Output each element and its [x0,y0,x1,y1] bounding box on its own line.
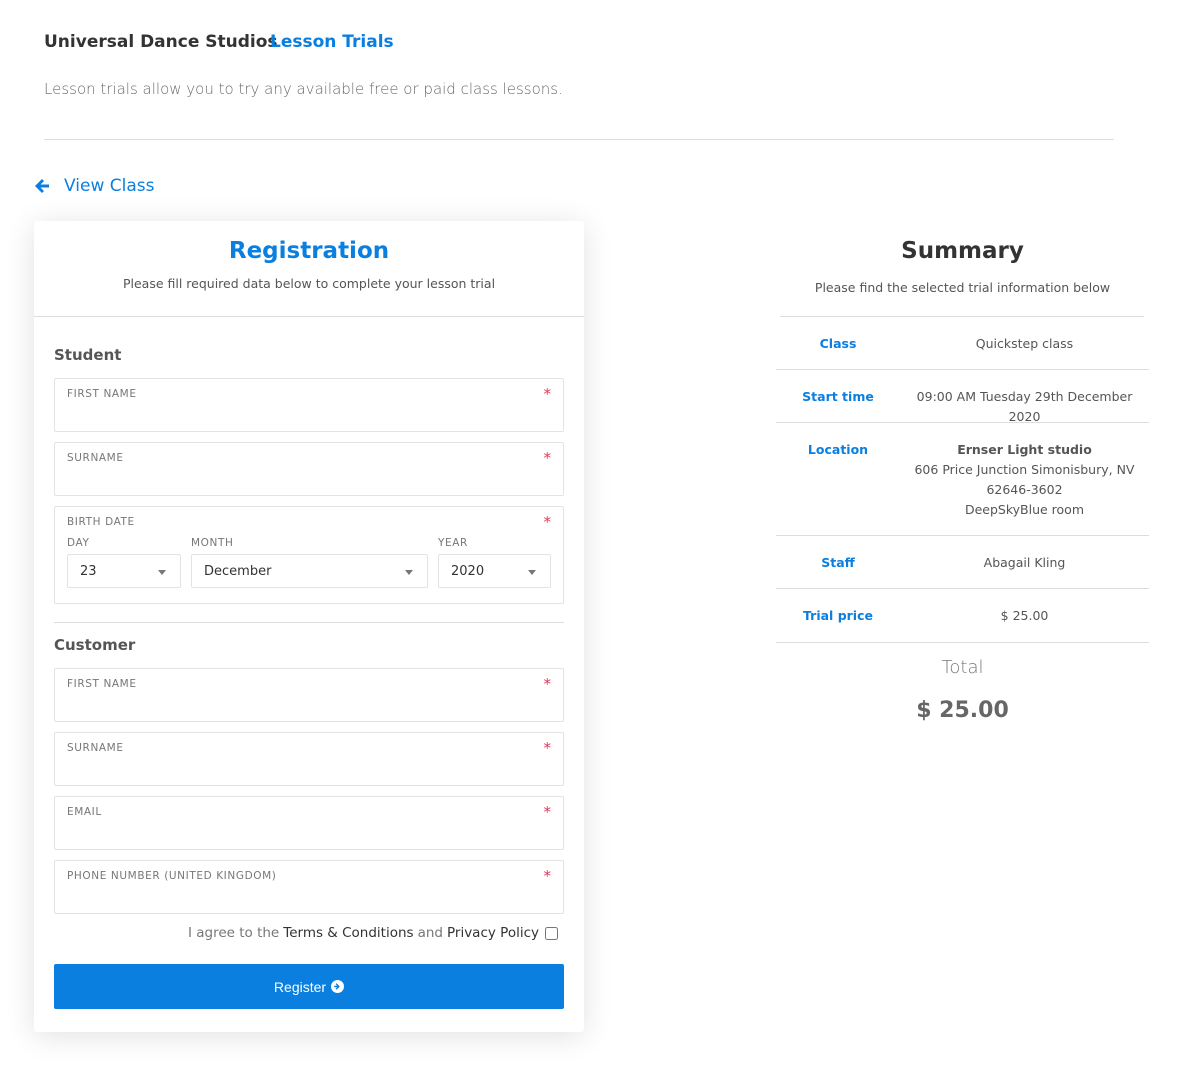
location-room: DeepSkyBlue room [964,502,1085,517]
field-label: Birth date [67,516,135,528]
agree-terms: I agree to the Terms & Conditions and Pr… [188,925,558,941]
row-value: 09:00 AM Tuesday 29th December 2020 [916,389,1133,424]
row-label: Location [807,442,869,457]
year-value: 2020 [451,564,485,579]
required-mark: * [543,803,552,821]
row-label: Class [819,336,857,351]
month-select[interactable]: December [191,554,428,588]
row-value: Abagail Kling [983,555,1066,570]
intro-text: Lesson trials allow you to try any avail… [44,80,563,98]
field-label: Surname [67,452,124,464]
required-mark: * [543,675,552,693]
summary-title: Summary [901,238,1024,264]
year-label: YEAR [438,537,468,549]
student-surname-field[interactable]: Surname * [54,442,564,496]
registration-header: Registration Please fill required data b… [34,221,584,317]
privacy-link[interactable]: Privacy Policy [447,925,539,941]
caret-down-icon [158,570,166,575]
field-label: Email [67,806,102,818]
row-value: Ernser Light studio 606 Price Junction S… [900,440,1149,520]
student-first-name-field[interactable]: First name * [54,378,564,432]
customer-email-input[interactable] [67,823,533,845]
register-button[interactable]: Register [54,964,564,1009]
register-label: Register [273,978,327,995]
customer-heading: Customer [54,636,136,654]
caret-down-icon [528,570,536,575]
arrow-left-icon [35,179,49,193]
field-label: Surname [67,742,124,754]
total-value: $ 25.00 [916,698,1009,723]
total-label: Total [941,657,984,678]
day-select[interactable]: 23 [67,554,181,588]
brand-title: Universal Dance Studios [44,32,278,52]
view-class-label: View Class [64,176,155,196]
required-mark: * [543,449,552,467]
field-label: First name [67,678,137,690]
view-class-link[interactable]: View Class [34,176,154,196]
location-address-line2: 62646-3602 [986,482,1063,497]
summary-row-trial-price: Trial price $ 25.00 [776,588,1149,643]
location-name: Ernser Light studio [957,442,1092,457]
customer-phone-input[interactable] [67,887,533,909]
customer-surname-field[interactable]: Surname * [54,732,564,786]
summary-row-staff: Staff Abagail Kling [776,535,1149,589]
divider [44,139,1114,140]
registration-card: Registration Please fill required data b… [34,221,584,1032]
year-select[interactable]: 2020 [438,554,551,588]
caret-down-icon [405,570,413,575]
customer-first-name-input[interactable] [67,695,533,717]
day-label: DAY [67,537,90,549]
summary-row-class: Class Quickstep class [780,316,1144,370]
agree-checkbox[interactable] [545,926,558,940]
registration-subtitle: Please fill required data below to compl… [122,276,496,291]
field-label: First name [67,388,137,400]
student-first-name-input[interactable] [67,405,533,427]
student-surname-input[interactable] [67,469,533,491]
required-mark: * [543,513,552,531]
birth-date-field: Birth date * DAY MONTH YEAR 23 December … [54,506,564,604]
arrow-circle-right-icon [331,980,345,993]
location-address-line1: 606 Price Junction Simonisbury, NV [914,462,1135,477]
customer-surname-input[interactable] [67,759,533,781]
field-label: Phone number (United Kingdom) [67,870,277,882]
student-heading: Student [54,346,122,364]
section-title: Lesson Trials [270,32,394,52]
summary-row-start-time: Start time 09:00 AM Tuesday 29th Decembe… [776,369,1149,424]
required-mark: * [543,385,552,403]
row-label: Staff [821,555,855,570]
required-mark: * [543,867,552,885]
customer-phone-field[interactable]: Phone number (United Kingdom) * [54,860,564,914]
month-label: MONTH [191,537,234,549]
required-mark: * [543,739,552,757]
customer-email-field[interactable]: Email * [54,796,564,850]
row-label: Start time [802,389,874,404]
agree-and: and [417,925,443,941]
row-value: $ 25.00 [1000,608,1049,623]
registration-title: Registration [228,238,390,264]
divider [54,622,564,623]
summary-row-location: Location Ernser Light studio 606 Price J… [776,422,1149,536]
row-value: Quickstep class [975,336,1074,351]
row-label: Trial price [803,608,873,623]
agree-prefix: I agree to the [187,925,280,941]
terms-link[interactable]: Terms & Conditions [283,925,413,941]
summary-subtitle: Please find the selected trial informati… [814,280,1111,295]
day-value: 23 [80,564,97,579]
month-value: December [204,564,272,579]
customer-first-name-field[interactable]: First name * [54,668,564,722]
